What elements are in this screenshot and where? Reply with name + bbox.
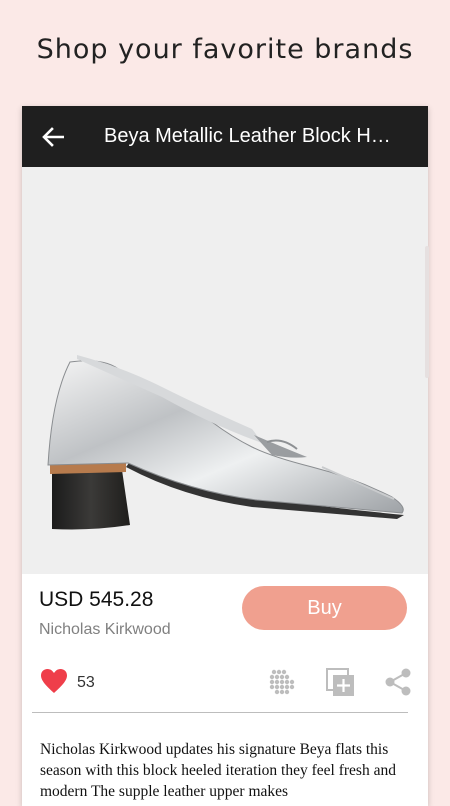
shoe-illustration xyxy=(47,355,404,530)
app-bar: Beya Metallic Leather Block H… xyxy=(22,106,428,167)
back-button[interactable] xyxy=(22,106,84,167)
brand-label[interactable]: Nicholas Kirkwood xyxy=(39,621,171,639)
purchase-bar: USD 545.28 Nicholas Kirkwood Buy xyxy=(22,574,428,650)
like-count: 53 xyxy=(77,674,95,691)
lookbook-icon[interactable] xyxy=(268,668,296,696)
buy-button[interactable]: Buy xyxy=(242,586,407,630)
action-row: 53 xyxy=(32,650,411,713)
share-icon[interactable] xyxy=(384,668,412,696)
heart-icon[interactable] xyxy=(40,668,68,694)
scrollbar[interactable] xyxy=(425,246,429,378)
promo-headline: Shop your favorite brands xyxy=(36,34,414,65)
page-title: Beya Metallic Leather Block H… xyxy=(104,125,391,147)
product-image[interactable] xyxy=(22,167,428,574)
price-label: USD 545.28 xyxy=(39,588,154,611)
arrow-left-icon xyxy=(42,126,64,147)
add-to-collection-icon[interactable] xyxy=(326,668,356,698)
product-description: Nicholas Kirkwood updates his signature … xyxy=(40,741,396,800)
product-screen: Beya Metallic Leather Block H… USD 545.2… xyxy=(22,106,428,806)
